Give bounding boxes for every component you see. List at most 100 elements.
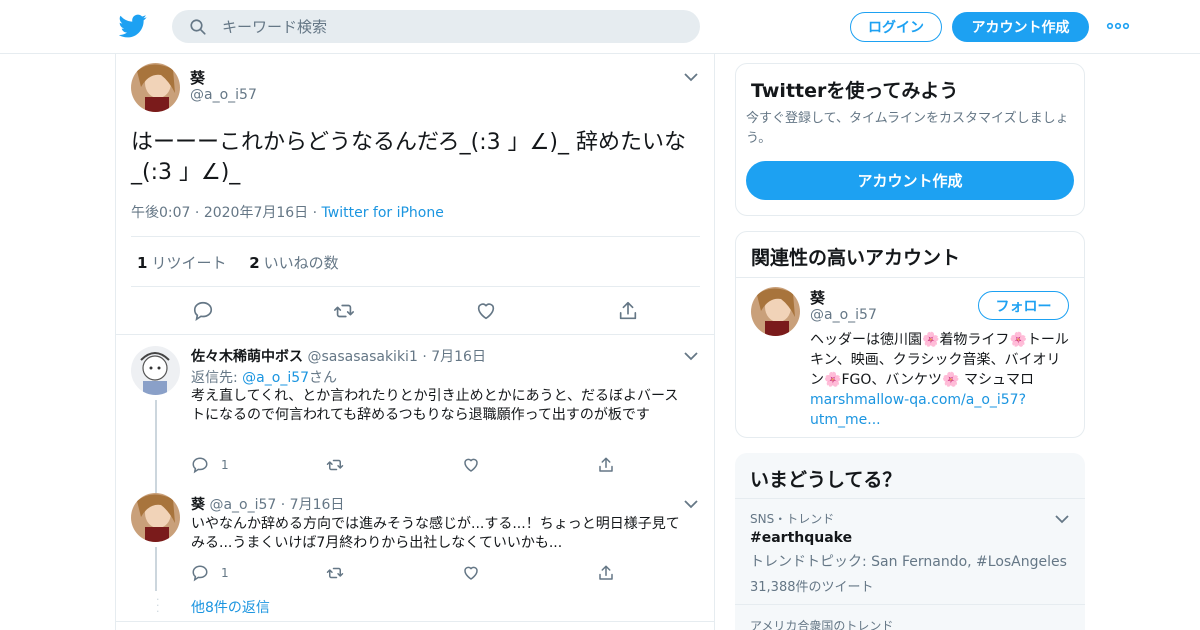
reply-to-suffix: さん bbox=[309, 370, 338, 386]
share-action[interactable] bbox=[597, 564, 627, 582]
like-heart-icon[interactable] bbox=[475, 300, 497, 322]
trend-context: アメリカ合衆国のトレンド bbox=[750, 619, 894, 630]
cherry-blossom-icon: 🌸 bbox=[922, 332, 940, 348]
related-accounts-title: 関連性の高いアカウント bbox=[751, 247, 961, 269]
retweet-icon[interactable] bbox=[333, 300, 355, 322]
signup-card-title: Twitterを使ってみよう bbox=[751, 80, 959, 102]
retweet-action[interactable] bbox=[326, 564, 356, 582]
reply-author-handle[interactable]: @a_o_i57 bbox=[209, 497, 276, 513]
follow-button[interactable]: フォロー bbox=[978, 291, 1069, 320]
share-icon[interactable] bbox=[617, 300, 639, 322]
retweet-stat[interactable]: 1 リツイート bbox=[137, 252, 226, 273]
tweet-time: 午後0:07 bbox=[131, 205, 191, 221]
author-avatar[interactable] bbox=[131, 63, 180, 112]
related-accounts-card: 関連性の高いアカウント 葵 @a_o_i57 フォロー ヘッダーは徳川園🌸着物ラ… bbox=[735, 231, 1085, 438]
signup-card-subtitle: 今すぐ登録して、タイムラインをカスタマイズしましょう。 bbox=[746, 111, 1069, 146]
signup-card-button[interactable]: アカウント作成 bbox=[746, 161, 1074, 200]
tweet-source-link[interactable]: Twitter for iPhone bbox=[322, 205, 444, 221]
reply-author-avatar[interactable] bbox=[131, 493, 180, 542]
avatar-photo-icon bbox=[751, 287, 800, 336]
reply-author-handle[interactable]: @sasasasakiki1 bbox=[307, 349, 417, 365]
trend-item[interactable]: SNS・トレンド #earthquake トレンドトピック: San Ferna… bbox=[735, 498, 1085, 604]
bio-text: マシュマロ bbox=[959, 372, 1034, 388]
signup-button[interactable]: アカウント作成 bbox=[952, 12, 1089, 42]
bio-text: ヘッダーは徳川園 bbox=[810, 332, 922, 348]
search-bar[interactable] bbox=[172, 10, 700, 43]
search-input[interactable] bbox=[222, 10, 682, 43]
related-account-name[interactable]: 葵 bbox=[810, 287, 825, 308]
chevron-down-icon[interactable] bbox=[684, 72, 698, 82]
cherry-blossom-icon: 🌸 bbox=[942, 372, 960, 388]
reply-action[interactable]: 1 bbox=[191, 564, 229, 582]
reply-header[interactable]: 葵 @a_o_i57 · 7月16日 bbox=[191, 494, 344, 514]
reply-to-handle-link[interactable]: @a_o_i57 bbox=[242, 370, 309, 386]
search-icon bbox=[190, 19, 206, 35]
thread-connector-line bbox=[155, 547, 157, 591]
more-replies-link[interactable]: 他8件の返信 bbox=[191, 597, 270, 617]
related-account-handle[interactable]: @a_o_i57 bbox=[810, 307, 877, 323]
chevron-down-icon[interactable] bbox=[684, 351, 698, 361]
avatar-photo-icon bbox=[131, 493, 180, 542]
related-account-avatar[interactable] bbox=[751, 287, 800, 336]
divider bbox=[131, 286, 700, 287]
reply-icon[interactable] bbox=[192, 300, 214, 322]
reply-author-name[interactable]: 佐々木稀萌中ボス bbox=[191, 349, 303, 365]
divider bbox=[116, 334, 714, 335]
like-action[interactable] bbox=[462, 456, 492, 474]
reply-author-avatar[interactable] bbox=[131, 346, 180, 395]
reply-count: 1 bbox=[221, 458, 229, 472]
share-action[interactable] bbox=[597, 456, 627, 474]
trends-title: いまどうしてる？ bbox=[750, 469, 902, 491]
reply-date[interactable]: 7月16日 bbox=[290, 497, 345, 513]
divider bbox=[736, 277, 1084, 278]
trend-context: SNS・トレンド bbox=[750, 512, 835, 526]
retweet-icon bbox=[326, 567, 344, 579]
related-account-bio: ヘッダーは徳川園🌸着物ライフ🌸トールキン、映画、クラシック音楽、バイオリン🌸FG… bbox=[810, 330, 1072, 430]
trend-description: トレンドトピック: San Fernando, #LosAngeles bbox=[750, 554, 1067, 570]
chevron-down-icon[interactable] bbox=[684, 499, 698, 509]
thread-dots: · · · bbox=[156, 593, 160, 618]
bio-link[interactable]: marshmallow-qa.com/a_o_i57?utm_me... bbox=[810, 392, 1026, 428]
reply-text: 考え直してくれ、とか言われたりとか引き止めとかにあうと、だるぼよバーストになるの… bbox=[191, 388, 679, 423]
tweet-timestamp[interactable]: 午後0:07 · 2020年7月16日 · Twitter for iPhone bbox=[131, 202, 444, 222]
author-handle[interactable]: @a_o_i57 bbox=[190, 87, 257, 103]
signup-card: Twitterを使ってみよう 今すぐ登録して、タイムラインをカスタマイズしましょ… bbox=[735, 63, 1085, 216]
retweet-action[interactable] bbox=[326, 456, 356, 474]
like-heart-icon bbox=[464, 458, 478, 472]
twitter-bird-logo-icon[interactable] bbox=[119, 12, 147, 40]
divider bbox=[131, 236, 700, 237]
bio-text: FGO、バンケツ bbox=[841, 372, 943, 388]
cherry-blossom-icon: 🌸 bbox=[1009, 332, 1027, 348]
reply-date[interactable]: 7月16日 bbox=[431, 349, 486, 365]
reply-to-prefix: 返信先: bbox=[191, 370, 243, 386]
like-label: いいねの数 bbox=[263, 254, 339, 272]
like-stat[interactable]: 2 いいねの数 bbox=[249, 252, 338, 273]
cherry-blossom-icon: 🌸 bbox=[824, 372, 842, 388]
tweet-stats: 1 リツイート 2 いいねの数 bbox=[137, 252, 357, 273]
reply-action[interactable]: 1 bbox=[191, 456, 229, 474]
retweet-label: リツイート bbox=[151, 254, 227, 272]
like-heart-icon bbox=[464, 566, 478, 580]
trend-item[interactable]: アメリカ合衆国のトレンド bbox=[735, 604, 1085, 630]
login-button[interactable]: ログイン bbox=[850, 12, 942, 42]
reply-count: 1 bbox=[221, 566, 229, 580]
author-name[interactable]: 葵 bbox=[190, 67, 205, 88]
trend-hashtag[interactable]: #earthquake bbox=[750, 530, 852, 546]
chevron-down-icon[interactable] bbox=[1055, 514, 1069, 524]
share-icon bbox=[599, 457, 613, 472]
like-action[interactable] bbox=[462, 564, 492, 582]
retweet-count: 1 bbox=[137, 254, 148, 272]
reply-icon bbox=[192, 565, 208, 582]
more-options-icon[interactable] bbox=[1106, 17, 1130, 35]
reply-to-line: 返信先: @a_o_i57さん bbox=[191, 367, 337, 387]
like-count: 2 bbox=[249, 254, 260, 272]
avatar-photo-icon bbox=[131, 63, 180, 112]
top-navigation-bar: ログイン アカウント作成 bbox=[0, 0, 1200, 54]
reply-header[interactable]: 佐々木稀萌中ボス @sasasasakiki1 · 7月16日 bbox=[191, 346, 486, 366]
divider bbox=[116, 621, 714, 622]
bio-text: 着物ライフ bbox=[939, 332, 1010, 348]
reply-author-name[interactable]: 葵 bbox=[191, 497, 205, 513]
tweet-text: はーーーこれからどうなるんだろ_(:3 」∠)_ 辞めたいな_(:3 」∠)_ bbox=[131, 130, 686, 185]
trend-tweet-count: 31,388件のツイート bbox=[750, 580, 874, 595]
trends-card: いまどうしてる？ SNS・トレンド #earthquake トレンドトピック: … bbox=[735, 453, 1085, 630]
